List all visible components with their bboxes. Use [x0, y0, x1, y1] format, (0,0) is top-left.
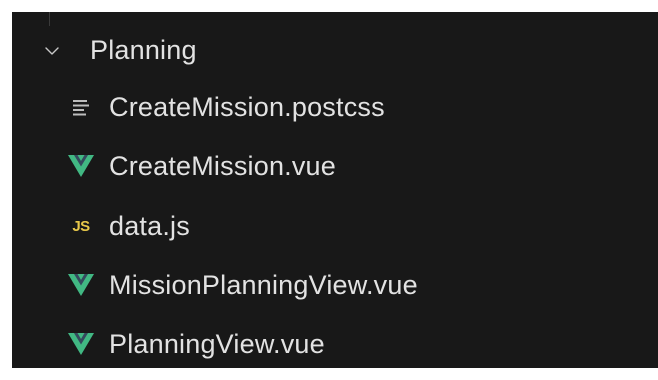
js-icon: JS [72, 217, 90, 235]
text-lines-icon [67, 93, 95, 121]
vue-icon [67, 271, 95, 299]
file-item-missionplanningview-vue[interactable]: MissionPlanningView.vue [12, 257, 658, 313]
file-label: CreateMission.vue [109, 150, 336, 181]
file-item-planningview-vue[interactable]: PlanningView.vue [12, 316, 658, 368]
chevron-down-icon[interactable] [44, 43, 60, 59]
vue-icon [67, 152, 95, 180]
file-item-createmission-vue[interactable]: CreateMission.vue [12, 138, 658, 194]
file-label: MissionPlanningView.vue [109, 269, 418, 300]
folder-label: Planning [90, 34, 197, 65]
file-label: CreateMission.postcss [109, 91, 385, 122]
file-item-createmission-postcss[interactable]: CreateMission.postcss [12, 79, 658, 135]
vue-icon [67, 330, 95, 358]
file-label: data.js [109, 210, 190, 241]
file-item-data-js[interactable]: JS data.js [12, 198, 658, 254]
file-explorer-panel: Planning CreateMission.postcss CreateMis… [12, 12, 658, 368]
file-label: PlanningView.vue [109, 328, 325, 359]
folder-planning[interactable]: Planning [12, 22, 658, 78]
